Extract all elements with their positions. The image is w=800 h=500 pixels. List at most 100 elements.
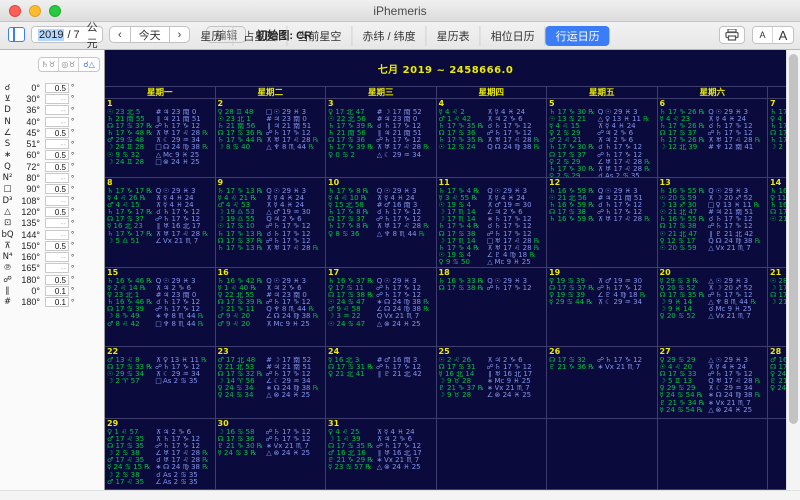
day-cell-14[interactable]: 14 ♄ 16 ♀ 11 ♄ 16 ☊ 17 ☉ 21 xyxy=(768,178,786,268)
day-cell-13[interactable]: 13 ♄ 16 ♑ 55 ℞ Q ☉ 29 ♓ 3 ☉ 20 ♋ 59 ⊼ ☽ 20 ♐ 5… xyxy=(657,178,768,268)
aspect-angle: 45° xyxy=(26,127,40,138)
transit-aspect-line: ♀ 11 xyxy=(770,195,786,203)
minimize-button[interactable] xyxy=(29,5,41,17)
transit-aspect-line: ♄ 17 ♑ 4 ℞ Q ☉ 29 ♓ 3 xyxy=(438,188,528,195)
sidebar-toggle-icon[interactable] xyxy=(8,27,25,42)
day-cell-28[interactable]: 28 ♂ 16 ☊ 17 ♀ 24 ♇ 21 ♀ 24 xyxy=(768,347,786,419)
orb-input[interactable]: -- xyxy=(45,139,69,150)
aspect-row: #180° 0.1 ° xyxy=(0,297,104,308)
orb-input[interactable]: 0.5 xyxy=(45,150,69,161)
toolbar: 2019 / 7 公元 ‹ 今天 › 编辑 初始图: CR 星历 占星图 当前星空赤… xyxy=(0,22,800,50)
orb-input[interactable]: 0.5 xyxy=(45,82,69,93)
orb-input[interactable]: 0.5 xyxy=(45,161,69,172)
weekday-label: 星期三 xyxy=(326,87,437,99)
transit-aspect-line: ☿ 29 ♋ 44 ℞ ⊼ ☾ 29 ♒ 34 xyxy=(549,299,643,307)
orb-input[interactable]: 0.5 xyxy=(45,274,69,285)
day-cell-21[interactable]: 21 ☉ 28 ☽ 17 ☊ 17 ☽ 21 xyxy=(768,268,786,347)
orb-input[interactable]: -- xyxy=(45,263,69,274)
vertical-scrollbar-thumb[interactable] xyxy=(789,54,798,424)
prev-button[interactable]: ‹ xyxy=(109,26,131,43)
degree-label: ° xyxy=(71,230,75,239)
sidebar-segment-3-icon[interactable]: ☌△ xyxy=(79,58,99,71)
day-cell-1[interactable]: 1 ☉ 23 北 5 # ♃ 23 南 0 ♄ 21 南 55 ∥ ♃ 21 南 51 ☊ 1… xyxy=(105,99,216,178)
day-cell-4[interactable]: 4 ☿ 4 ♌ 2 ⊼ ☿ 4 ♓ 24 ♂ 1 ♌ 42 ⊼ ♃ 2 ♑ 6 ♄ 17 ♑ … xyxy=(436,99,547,178)
transit-aspect-line: ♄ 16 xyxy=(770,188,786,195)
tab-bar: 星历 占星图 当前星空 赤纬 / 纬度 星历表 相位日历 行运日历 xyxy=(190,26,610,46)
date-field[interactable]: 2019 / 7 公元 xyxy=(31,22,103,50)
horizontal-scrollbar[interactable] xyxy=(0,490,800,500)
orb-input[interactable]: 0.1 xyxy=(45,297,69,308)
degree-label: ° xyxy=(71,196,75,206)
day-cell-11[interactable]: 11 ♄ 17 ♑ 4 ℞ Q ☉ 29 ♓ 3 ☿ 3 ♌ 55 ℞ ⊼ ☿ 4 ♓ 24… xyxy=(436,178,547,268)
orb-input[interactable]: -- xyxy=(45,173,69,184)
day-cell-9[interactable]: 9 ♄ 17 ♑ 13 ℞ Q ☉ 29 ♓ 3 ☿ 4 ♌ 21 ℞ ⊼ ☿ 4 ♓ 24… xyxy=(215,178,326,268)
day-cell-22[interactable]: 22 ♂ 13 ♌ 8 ⊼ ♀ 13 ♓ 11 ℞ ☊ 17 ♋ 33 ℞ ☍ ♄ 17 ♑… xyxy=(105,347,216,419)
font-larger-button[interactable]: A xyxy=(773,27,793,43)
day-cell-10[interactable]: 10 ♄ 17 ♑ 8 ℞ Q ☉ 29 ♓ 3 ☿ 4 ♌ 10 ℞ ⊼ ☿ 4 ♓ 24… xyxy=(326,178,437,268)
transit-aspect-line: ☽ 21 ♑ 11 Q ♆ 8 ♏ 44 ℞ xyxy=(217,306,315,314)
aspect-angle: 90° xyxy=(26,184,40,195)
sidebar-segment-1-icon[interactable]: ♄♉ xyxy=(39,58,59,71)
transit-aspect-line: ☊ 17 ♋ 38 ℞ ☍ ♄ 17 ♑ 12 xyxy=(328,292,422,300)
tab-3[interactable]: 当前星空 xyxy=(287,26,353,46)
day-cell-18[interactable]: 18 ♄ 16 ♑ 33 ℞ Q ☉ 29 ♓ 3 ☊ 17 ♋ 38 ℞ ☍ ♄ 17 ♑… xyxy=(436,268,547,347)
orb-input[interactable]: 0.5 xyxy=(45,127,69,138)
day-cell-2[interactable]: 2 ♀ 28 ♊ 48 □ ☉ 29 ♓ 3 ☉ 23 北 1 # ♃ 23 南 0 ♄ 21… xyxy=(215,99,326,178)
tab-4[interactable]: 赤纬 / 纬度 xyxy=(352,26,427,46)
orb-input[interactable]: 0.5 xyxy=(45,184,69,195)
sidebar-segment-2-icon[interactable]: ◎♉ xyxy=(59,58,79,71)
degree-label: ° xyxy=(71,128,75,138)
print-button[interactable] xyxy=(719,26,745,44)
transit-aspect-line: ♄ 16 ♑ 46 ℞ ☌ ♄ 17 ♑ 12 xyxy=(107,299,201,307)
day-cell-17[interactable]: 17 ♄ 16 ♑ 37 ℞ Q ☉ 29 ♓ 3 ♀ 17 ♋ 11 ☍ ♄ 17 ♑ 1… xyxy=(326,268,437,347)
day-cell-20[interactable]: 20 ☿ 29 ♋ 3 ℞ △ ☉ 29 ♓ 3 ♀ 20 ♋ 52 ⊼ ☽ 20 ♐ 52… xyxy=(657,268,768,347)
day-cell-25[interactable]: 25 ☉ 2 ♌ 26 ⊼ ♃ 2 ♑ 6 ☊ 17 ♋ 31 ☍ ♄ 17 ♑ 12 ☿ 1… xyxy=(436,347,547,419)
zoom-button[interactable] xyxy=(49,5,61,17)
day-cell-6[interactable]: 6 ♄ 17 ♑ 26 ℞ Q ☉ 29 ♓ 3 ☿ 4 ♌ 23 ⊼ ☿ 4 ♓ 24 ♄ … xyxy=(657,99,768,178)
day-cell-19[interactable]: 19 ♀ 19 ♋ 39 ⊼ ♂ 19 ♒ 30 ☊ 17 ♋ 37 ℞ ☍ ♄ 17 ♑ … xyxy=(547,268,658,347)
day-number: 11 xyxy=(438,178,450,187)
orb-input[interactable]: -- xyxy=(45,93,69,104)
day-cell-26[interactable]: 26 ☊ 17 ♋ 32 ☍ ♄ 17 ♑ 12 ♇ 21 ♑ 36 ℞ ∗ Vx 21 ♏… xyxy=(547,347,658,419)
day-cell-29[interactable]: 29 ♀ 1 ♌ 57 ⊼ ♃ 2 ♑ 6 ♂ 17 ♌ 35 ⊼ ♄ 17 ♑ 12 ☊ 1… xyxy=(105,419,216,490)
day-cell-24[interactable]: 24 ☿ 16 北 3 # ♂ 16 南 3 ☊ 17 ♋ 31 ℞ ☍ ♄ 17 ♑ 12… xyxy=(326,347,437,419)
orb-input[interactable]: 0.1 xyxy=(45,285,69,296)
orb-input[interactable]: -- xyxy=(45,195,69,206)
orb-input[interactable]: -- xyxy=(45,116,69,127)
day-cell-27[interactable]: 27 ♀ 29 ♋ 29 △ ☉ 29 ♓ 3 ☉ 4 ♌ 20 ⊼ ☿ 4 ♓ 24 ☊ 1… xyxy=(657,347,768,419)
next-button[interactable]: › xyxy=(168,26,191,43)
font-smaller-button[interactable]: A xyxy=(753,27,773,43)
today-button[interactable]: 今天 xyxy=(130,26,169,43)
day-cell-5[interactable]: 5 ♄ 17 ♑ 30 ℞ Q ☉ 29 ♓ 3 ☉ 13 ♋ 21 △ ♀ 13 ♓ 11… xyxy=(547,99,658,178)
day-cell-7[interactable]: 7 ♄ 17 ♀ 4 ♄ 17 ☊ 17 ♄ 17 ☽ 2 xyxy=(768,99,786,178)
month-input[interactable]: 7 xyxy=(74,29,80,41)
day-cell-12[interactable]: 12 ♄ 16 ♑ 59 ℞ Q ☉ 29 ♓ 3 ☉ 21 北 56 # ♃ 21 南 5… xyxy=(547,178,658,268)
degree-label: ° xyxy=(71,162,75,172)
day-cell-15[interactable]: 15 ♄ 16 ♑ 46 ℞ Q ☉ 29 ♓ 3 ☿ 2 ♌ 14 ℞ ⊼ ♃ 2 ♑ 6… xyxy=(105,268,216,347)
degree-label: ° xyxy=(71,184,75,194)
close-button[interactable] xyxy=(9,5,21,17)
tab-7[interactable]: 行运日历 xyxy=(545,26,610,46)
orb-input[interactable]: 0.5 xyxy=(45,240,69,251)
orb-input[interactable]: -- xyxy=(45,252,69,263)
aspect-angle: 144° xyxy=(21,229,40,240)
vertical-scrollbar[interactable] xyxy=(786,50,800,490)
year-input[interactable]: 2019 xyxy=(38,28,65,41)
day-cell-8[interactable]: 8 ♄ 17 ♑ 17 ℞ Q ☉ 29 ♓ 3 ☿ 4 ♌ 26 ℞ ⊼ ☿ 4 ♓ 24… xyxy=(105,178,216,268)
day-cell-30[interactable]: 30 ☽ 16 ♋ 58 ☍ ♄ 17 ♑ 12 ☊ 17 ♋ 36 ☍ ♄ 17 ♑ 12… xyxy=(215,419,326,490)
transit-aspect-line: ☿ 4 ♌ 26 ℞ ⊼ ☿ 4 ♓ 24 xyxy=(107,195,194,203)
orb-input[interactable]: -- xyxy=(45,229,69,240)
orb-input[interactable]: -- xyxy=(45,105,69,116)
tab-2[interactable]: 占星图 xyxy=(233,26,288,46)
transit-aspect-line: ♄ 16 ♑ 33 ℞ Q ☉ 29 ♓ 3 xyxy=(438,278,528,285)
day-cell-31[interactable]: 31 ♀ 4 ♌ 25 ⊼ ☿ 4 ♓ 24 ☽ 1 ♌ 39 ⊼ ♃ 2 ♑ 6 ☊ 17 … xyxy=(326,419,437,490)
day-cell-3[interactable]: 3 ♀ 17 北 47 # ☽ 17 南 52 ☉ 22 北 56 # ♃ 23 南 0 ♄ … xyxy=(326,99,437,178)
transit-aspect-line: ☿ 4 ♌ 21 ℞ ⊼ ☿ 4 ♓ 24 xyxy=(217,195,305,203)
tab-1[interactable]: 星历 xyxy=(190,26,234,46)
tab-5[interactable]: 星历表 xyxy=(427,26,481,46)
day-cell-16[interactable]: 16 ♄ 16 ♑ 42 ℞ Q ☉ 29 ♓ 3 ☿ 1 ♌ 40 ℞ ⊼ ♃ 2 ♑ 6… xyxy=(215,268,326,347)
day-cell-23[interactable]: 23 ♂ 17 北 48 # ☽ 17 南 52 ♀ 21 北 53 # ♃ 21 南 51… xyxy=(215,347,326,419)
orb-input[interactable]: 0.5 xyxy=(45,206,69,217)
tab-6[interactable]: 相位日历 xyxy=(481,26,546,46)
orb-input[interactable]: -- xyxy=(45,218,69,229)
